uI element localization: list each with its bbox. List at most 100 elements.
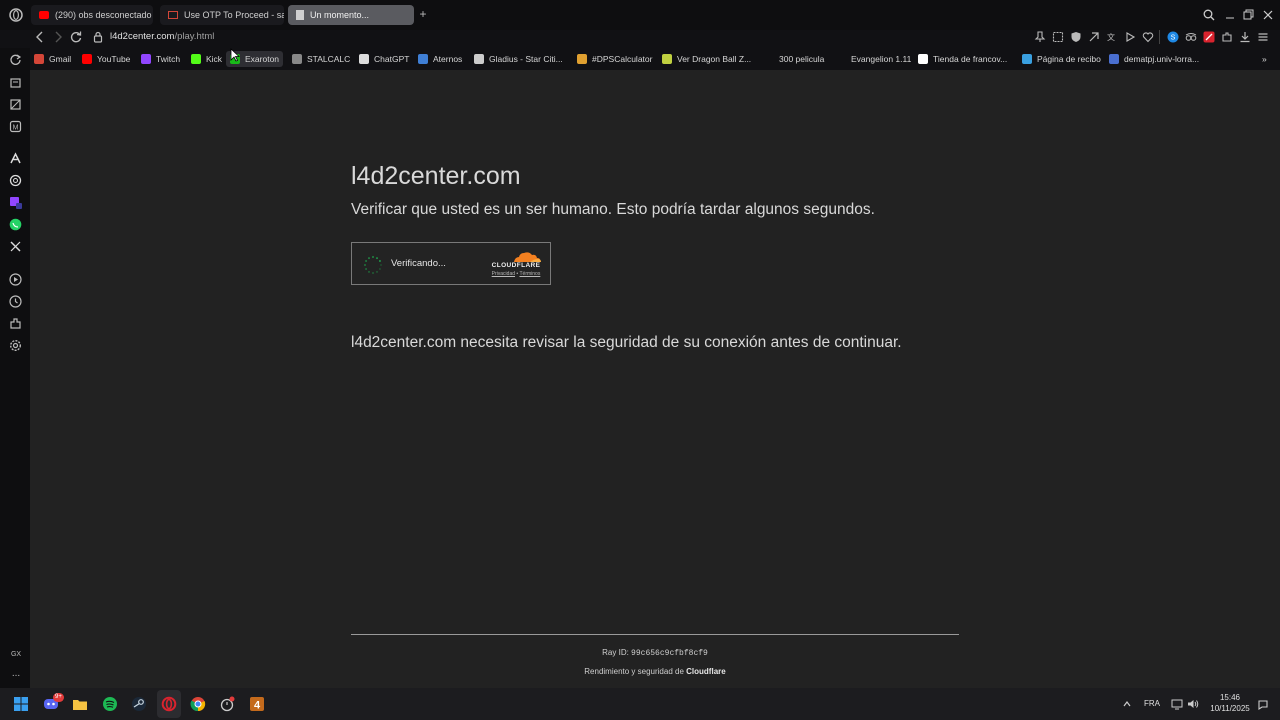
new-tab-button[interactable]: + — [417, 8, 429, 20]
settings-icon[interactable] — [9, 339, 22, 352]
page-content: l4d2center.com Verificar que usted es un… — [30, 70, 1280, 688]
spotify-icon[interactable] — [102, 696, 118, 712]
clock-time[interactable]: 15:46 — [1205, 693, 1255, 702]
forward-icon[interactable] — [50, 29, 66, 45]
x-twitter-icon[interactable] — [9, 240, 22, 253]
back-icon[interactable] — [32, 29, 48, 45]
dragonball-icon — [662, 54, 672, 64]
history-icon[interactable] — [9, 295, 22, 308]
tab-youtube[interactable]: (290) obs desconectado — [31, 5, 153, 25]
bookmark-kick[interactable]: Kick — [187, 51, 226, 67]
sidebar-more-icon[interactable]: ... — [6, 668, 26, 679]
bookmark-gmail[interactable]: Gmail — [30, 51, 75, 67]
chatgpt-icon[interactable] — [9, 174, 22, 187]
terms-link[interactable]: Términos — [519, 271, 540, 277]
twitch-sidebar-icon[interactable] — [9, 196, 22, 209]
bookmark-twitch[interactable]: Twitch — [137, 51, 184, 67]
footer-divider — [351, 634, 959, 635]
bookmark-aternos[interactable]: Aternos — [414, 51, 466, 67]
bookmark-dpscalculator[interactable]: #DPSCalculator — [573, 51, 656, 67]
tray-chevron-up-icon[interactable] — [1122, 699, 1132, 709]
cloudflare-link[interactable]: Cloudflare — [686, 667, 726, 676]
bookmark-label: ChatGPT — [374, 54, 410, 64]
windows-start-icon[interactable] — [13, 696, 29, 712]
messenger-m-icon[interactable]: M — [9, 120, 22, 133]
chrome-icon[interactable] — [190, 696, 206, 712]
svg-text:S: S — [1171, 35, 1176, 42]
verify-heading: Verificar que usted es un ser humano. Es… — [351, 201, 875, 218]
windows-taskbar: 9+ 4 FRA 15:46 10/11/2025 — [0, 688, 1280, 720]
tab-gmail[interactable]: Use OTP To Proceed - sa — [160, 5, 284, 25]
puzzle-extensions-icon[interactable] — [1221, 31, 1233, 43]
tab-current[interactable]: Un momento... — [288, 5, 414, 25]
spinner-dot — [380, 264, 382, 266]
minimize-icon[interactable] — [1224, 9, 1236, 21]
heart-icon[interactable] — [1142, 31, 1154, 43]
translate-icon[interactable]: 文 — [1106, 31, 1118, 43]
vpn-extension-icon[interactable]: S — [1167, 31, 1179, 43]
reload-icon[interactable] — [68, 29, 84, 45]
steam-icon[interactable] — [131, 696, 147, 712]
gx-label[interactable]: GX — [6, 651, 26, 658]
bookmark-300-pelicula[interactable]: 300 pelicula — [775, 51, 828, 67]
whatsapp-icon[interactable] — [9, 218, 22, 231]
snapshot-icon[interactable] — [1052, 31, 1064, 43]
url-path: /play.html — [174, 31, 215, 42]
aria-icon[interactable] — [9, 152, 22, 165]
search-icon[interactable] — [1203, 9, 1215, 21]
send-icon[interactable] — [1124, 31, 1136, 43]
bookmark-dematpj-univ-lorra[interactable]: dematpj.univ-lorra... — [1105, 51, 1203, 67]
bookmark-youtube[interactable]: YouTube — [78, 51, 134, 67]
bookmark-label: Página de recibo — [1037, 54, 1101, 64]
notifications-icon[interactable] — [1257, 698, 1269, 710]
adblock-shield-icon[interactable] — [1070, 31, 1082, 43]
red-extension-icon[interactable] — [1203, 31, 1215, 43]
gx-control-icon[interactable] — [9, 76, 22, 89]
timer-app-icon[interactable] — [219, 696, 235, 712]
player-icon[interactable] — [9, 273, 22, 286]
svg-text:文: 文 — [1107, 32, 1115, 42]
pin-icon[interactable] — [1034, 31, 1046, 43]
opera-gx-icon[interactable] — [161, 696, 177, 712]
gx-corner-icon[interactable] — [9, 98, 22, 111]
turnstile-widget[interactable]: Verificando... CLOUDFLARE Privacidad • T… — [351, 242, 551, 285]
bookmarks-overflow-icon[interactable]: » — [1258, 51, 1271, 67]
glasses-extension-icon[interactable] — [1185, 31, 1197, 43]
bookmark-label: Kick — [206, 54, 223, 64]
toolbar-divider — [1159, 30, 1160, 44]
bookmark-p-gina-de-recibo[interactable]: Página de recibo — [1018, 51, 1105, 67]
restore-icon[interactable] — [1242, 9, 1254, 21]
easy-setup-icon[interactable] — [1257, 31, 1269, 43]
dps-icon — [577, 54, 587, 64]
language-indicator[interactable]: FRA — [1144, 699, 1160, 708]
clock-date[interactable]: 10/11/2025 — [1205, 704, 1255, 713]
privacy-link[interactable]: Privacidad — [492, 271, 515, 277]
network-icon[interactable] — [1171, 698, 1183, 710]
volume-icon[interactable] — [1187, 698, 1199, 710]
bookmark-label: Ver Dragon Ball Z... — [677, 54, 752, 64]
download-icon[interactable] — [1239, 31, 1251, 43]
lock-icon[interactable] — [93, 31, 103, 43]
widget-links: Privacidad • Términos — [488, 271, 544, 277]
bookmark-gladius-star-citi[interactable]: Gladius - Star Citi... — [470, 51, 567, 67]
bookmark-ver-dragon-ball-z[interactable]: Ver Dragon Ball Z... — [658, 51, 755, 67]
left4dead-icon[interactable]: 4 — [249, 696, 265, 712]
reload-speed-dial-icon[interactable] — [9, 53, 22, 66]
discord-badge: 9+ — [53, 693, 64, 702]
twitch-icon — [141, 54, 151, 64]
tracker-icon[interactable] — [1088, 31, 1100, 43]
bookmark-stalcalc[interactable]: STALCALC — [288, 51, 354, 67]
extensions-icon[interactable] — [9, 317, 22, 330]
bookmark-chatgpt[interactable]: ChatGPT — [355, 51, 413, 67]
bookmark-evangelion-1-11[interactable]: Evangelion 1.11 — [847, 51, 915, 67]
bookmark-label: 300 pelicula — [779, 54, 825, 64]
bookmark-label: Gladius - Star Citi... — [489, 54, 563, 64]
file-explorer-icon[interactable] — [72, 696, 88, 712]
verifying-label: Verificando... — [391, 258, 446, 269]
opera-logo-icon[interactable] — [9, 8, 23, 22]
univ-icon — [1109, 54, 1119, 64]
close-icon[interactable] — [1262, 9, 1274, 21]
bookmark-tienda-de-francov[interactable]: Tienda de francov... — [914, 51, 1011, 67]
url-field[interactable]: l4d2center.com/play.html — [110, 31, 214, 42]
cloudflare-brand: CLOUDFLARE — [491, 262, 541, 269]
